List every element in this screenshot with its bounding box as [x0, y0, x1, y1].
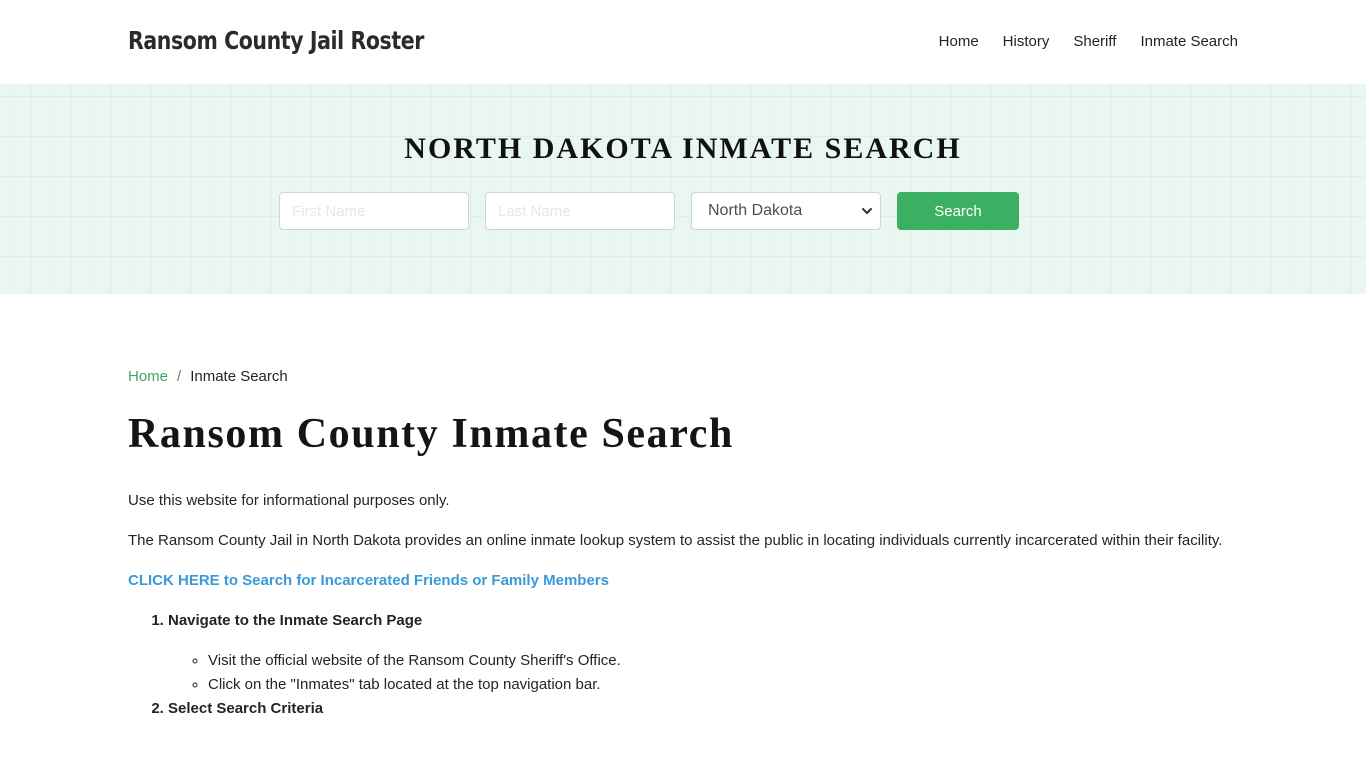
- step-item: Navigate to the Inmate Search Page Visit…: [168, 609, 1238, 697]
- state-select[interactable]: North Dakota: [691, 192, 881, 230]
- search-cta-link[interactable]: CLICK HERE to Search for Incarcerated Fr…: [128, 569, 1238, 593]
- site-brand[interactable]: Ransom County Jail Roster: [128, 26, 424, 55]
- inmate-search-form: North Dakota Search: [279, 192, 1019, 230]
- step-item: Select Search Criteria: [168, 697, 1238, 721]
- hero-title: NORTH DAKOTA INMATE SEARCH: [404, 132, 962, 165]
- chevron-down-icon: [862, 208, 872, 214]
- site-header: Ransom County Jail Roster Home History S…: [0, 0, 1366, 84]
- main-nav: Home History Sheriff Inmate Search: [939, 33, 1238, 50]
- step-title: Navigate to the Inmate Search Page: [168, 612, 423, 630]
- instruction-steps: Navigate to the Inmate Search Page Visit…: [128, 609, 1238, 721]
- last-name-input[interactable]: [485, 192, 675, 230]
- disclaimer-text: Use this website for informational purpo…: [128, 492, 450, 510]
- nav-inmate-search[interactable]: Inmate Search: [1140, 33, 1238, 50]
- step-title: Select Search Criteria: [168, 700, 324, 718]
- search-button[interactable]: Search: [897, 192, 1019, 230]
- step-substeps: Visit the official website of the Ransom…: [168, 649, 1238, 697]
- page-title: Ransom County Inmate Search: [128, 411, 734, 457]
- nav-sheriff[interactable]: Sheriff: [1073, 33, 1116, 50]
- breadcrumb-home[interactable]: Home: [128, 368, 168, 385]
- state-select-value: North Dakota: [708, 202, 803, 219]
- breadcrumb-separator: /: [177, 368, 182, 385]
- intro-text: The Ransom County Jail in North Dakota p…: [128, 532, 1223, 550]
- nav-home[interactable]: Home: [939, 33, 979, 50]
- breadcrumb-current: Inmate Search: [190, 368, 288, 385]
- main-content: Home / Inmate Search Ransom County Inmate …: [128, 368, 1238, 721]
- hero-search-banner: NORTH DAKOTA INMATE SEARCH North Dakota …: [0, 84, 1366, 294]
- breadcrumb: Home / Inmate Search: [128, 368, 1238, 385]
- nav-history[interactable]: History: [1003, 33, 1050, 50]
- first-name-input[interactable]: [279, 192, 469, 230]
- substep-item: Click on the "Inmates" tab located at th…: [208, 673, 1238, 697]
- substep-item: Visit the official website of the Ransom…: [208, 649, 1238, 673]
